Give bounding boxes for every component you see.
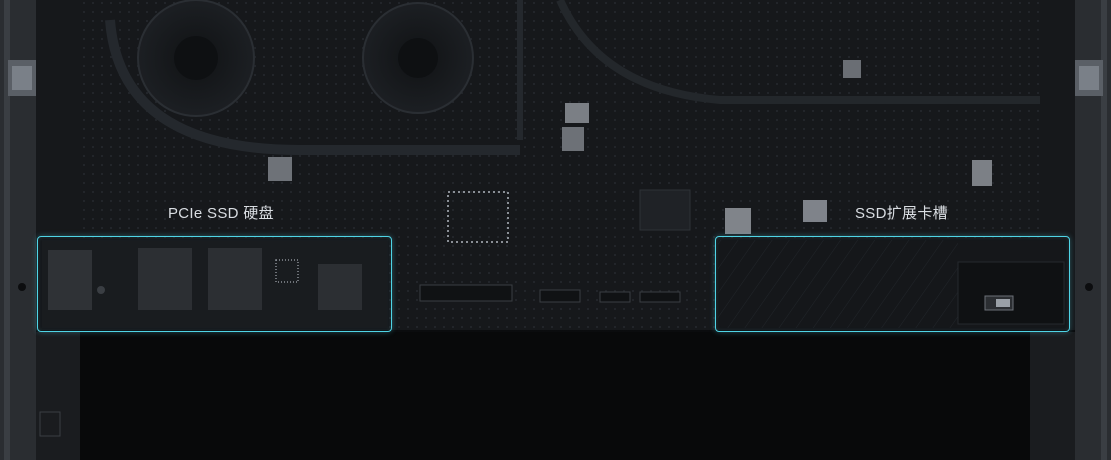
laptop-internals-photo: PCIe SSD 硬盘 SSD扩展卡槽 — [0, 0, 1111, 460]
pcie-ssd-label: PCIe SSD 硬盘 — [168, 205, 274, 222]
motherboard-illustration — [0, 0, 1111, 460]
battery-area — [80, 332, 1030, 460]
ssd-slot-label: SSD扩展卡槽 — [855, 205, 948, 222]
ssd-slot-highlight — [715, 236, 1070, 332]
pcie-ssd-highlight — [37, 236, 392, 332]
